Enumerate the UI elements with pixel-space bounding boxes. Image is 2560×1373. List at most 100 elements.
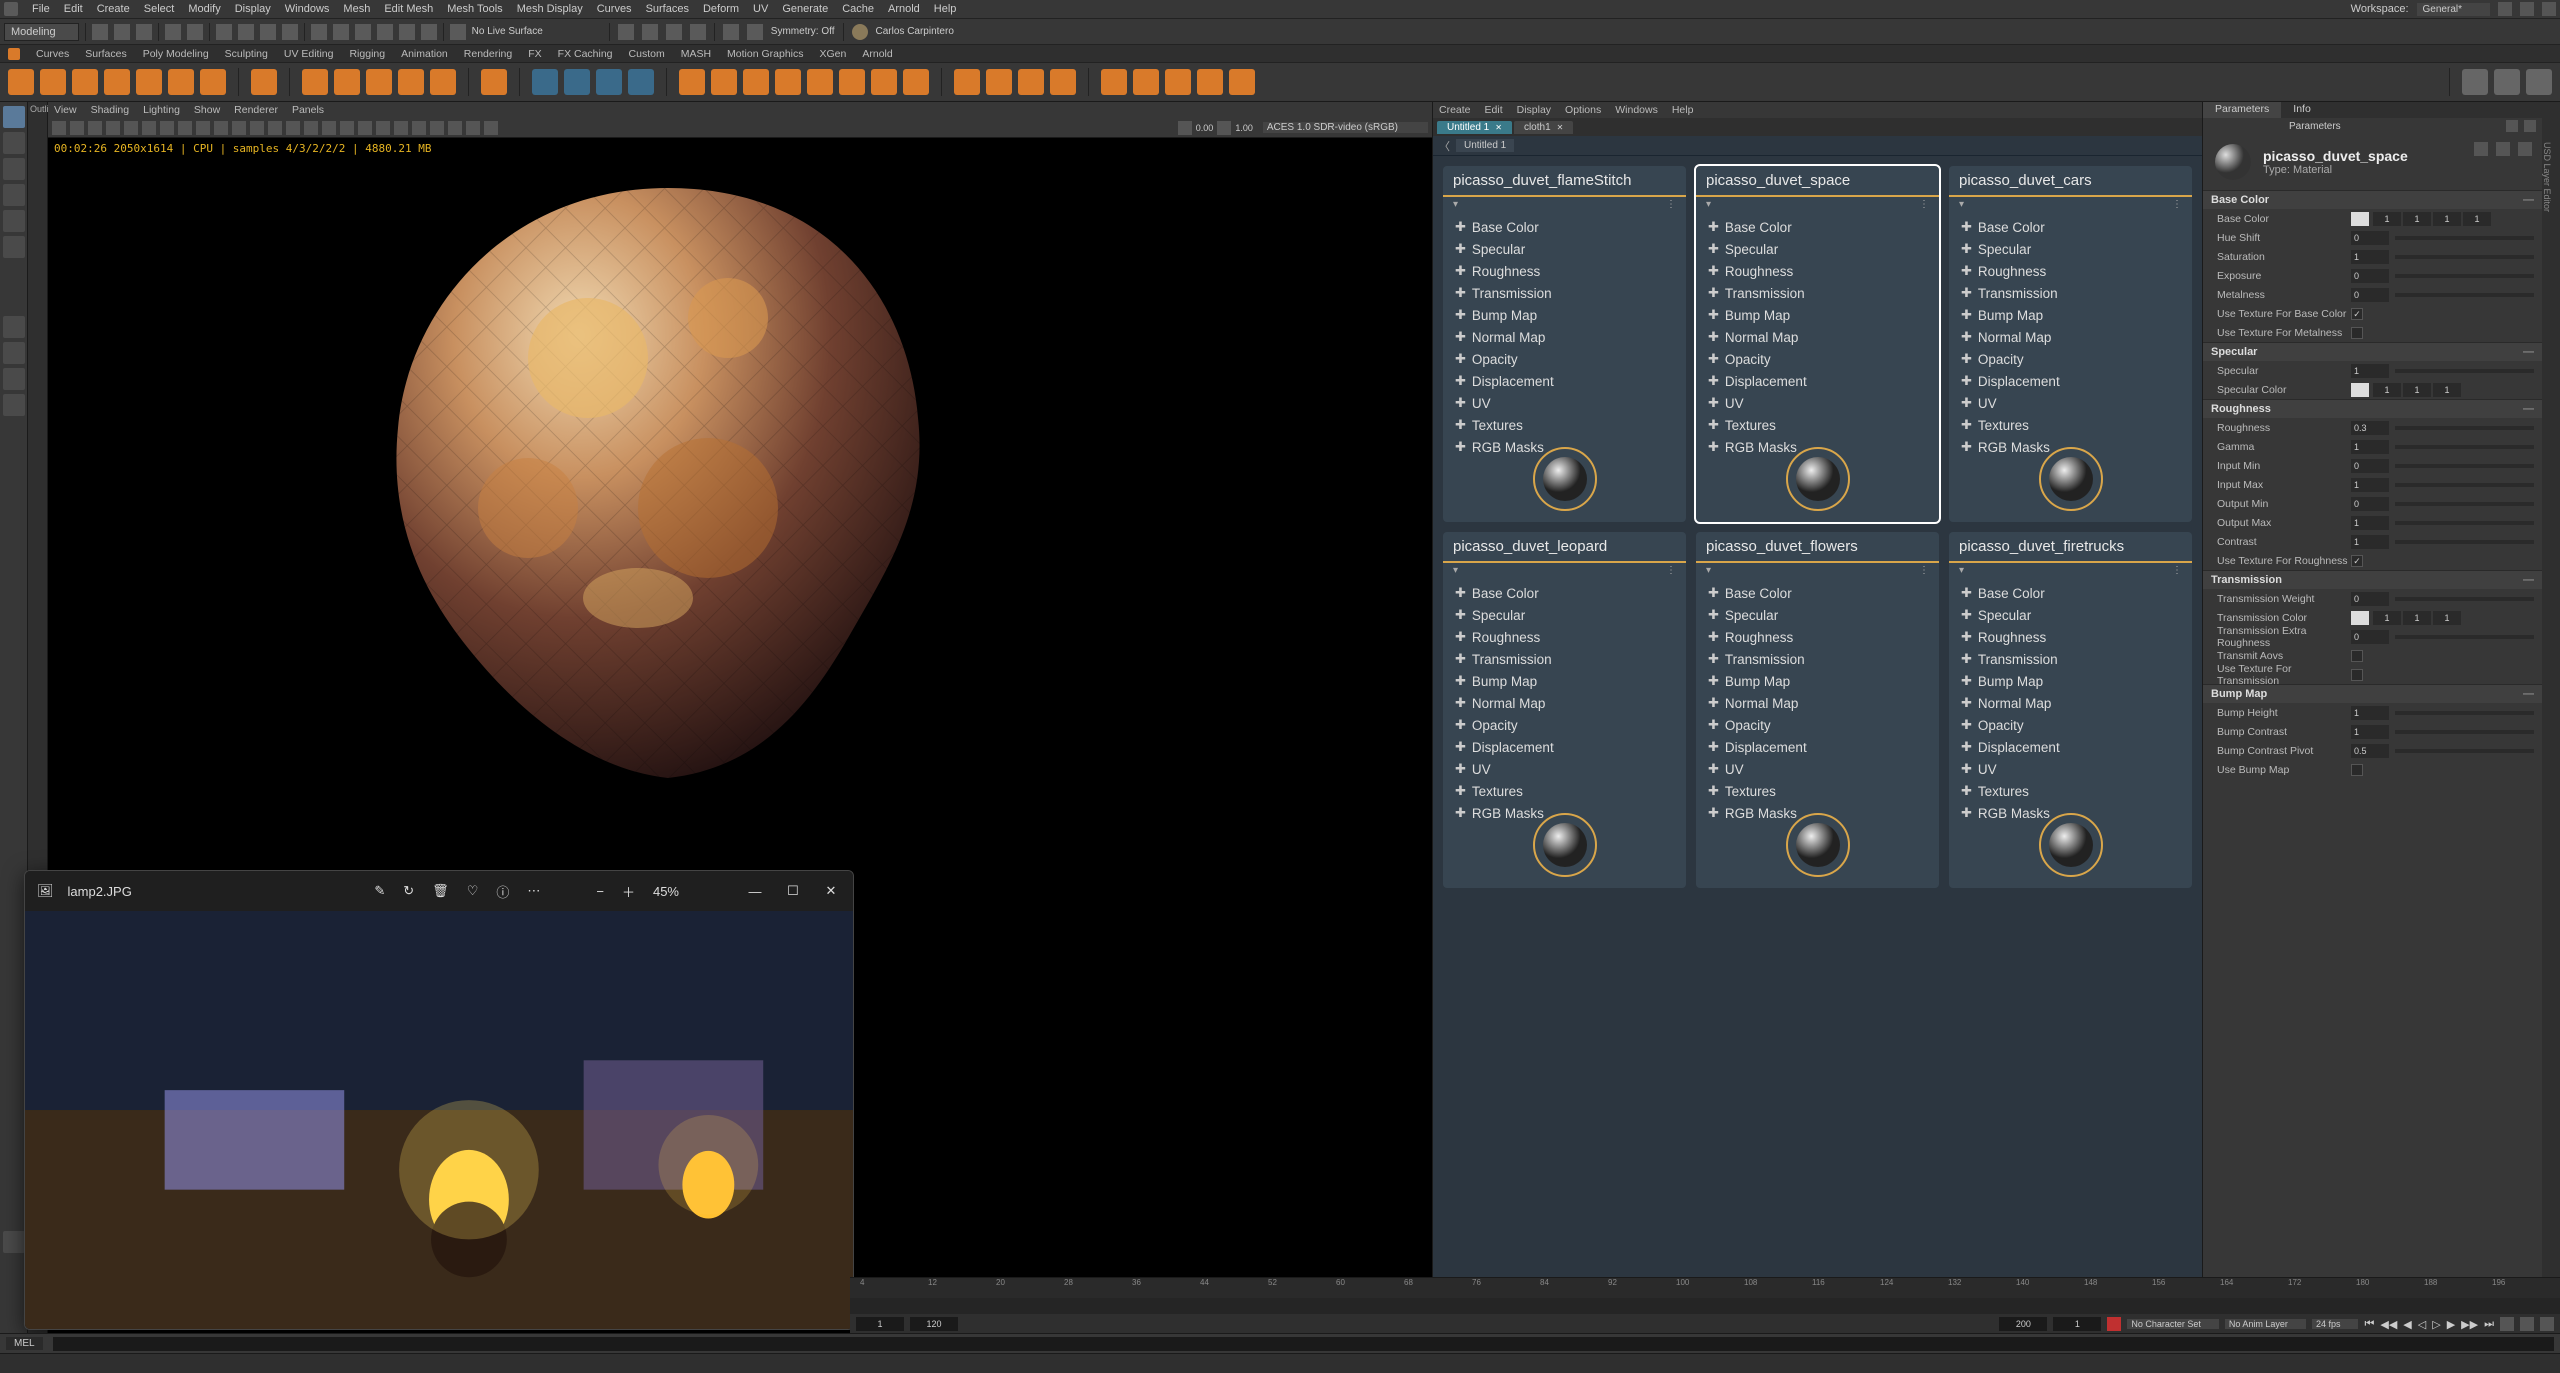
timeline-ruler[interactable]: 4122028364452606876849210010811612413214…	[850, 1278, 2560, 1298]
param-checkbox[interactable]	[2351, 764, 2363, 776]
material-channel-row[interactable]: ✚Textures	[1443, 780, 1686, 802]
menu-display[interactable]: Display	[235, 3, 271, 15]
smooth-icon[interactable]	[1101, 69, 1127, 95]
material-channel-row[interactable]: ✚Bump Map	[1949, 304, 2192, 326]
sel-edge-icon[interactable]	[238, 24, 254, 40]
params-popout-icon[interactable]	[2524, 120, 2536, 132]
param-value[interactable]: 0	[2351, 269, 2389, 283]
kebab-icon[interactable]: ⋮	[2172, 565, 2182, 576]
vp-isolate-icon[interactable]	[430, 121, 444, 135]
vp-use-lights-icon[interactable]	[322, 121, 336, 135]
material-card[interactable]: picasso_duvet_flowers ▾⋮ ✚Base Color✚Spe…	[1696, 532, 1939, 888]
vp-gamma-icon[interactable]	[1217, 121, 1231, 135]
vp-2d-pan-icon[interactable]	[124, 121, 138, 135]
vp-exposure-value[interactable]: 0.00	[1196, 123, 1214, 133]
material-channel-row[interactable]: ✚Transmission	[1696, 648, 1939, 670]
menu-generate[interactable]: Generate	[782, 3, 828, 15]
poly-torus-icon[interactable]	[136, 69, 162, 95]
vp-xray-icon[interactable]	[448, 121, 462, 135]
save-scene-icon[interactable]	[136, 24, 152, 40]
menu-curves[interactable]: Curves	[597, 3, 632, 15]
material-channel-row[interactable]: ✚Normal Map	[1696, 692, 1939, 714]
insert-edge-icon[interactable]	[986, 69, 1012, 95]
color-swatch[interactable]	[2351, 212, 2369, 226]
material-card-header[interactable]: picasso_duvet_space	[1696, 166, 1939, 197]
shelf-tab-motiongraphics[interactable]: Motion Graphics	[727, 48, 803, 60]
param-slider[interactable]	[2395, 274, 2534, 278]
param-value[interactable]: 1	[2373, 212, 2401, 226]
play-forward-icon[interactable]: ▷	[2432, 1318, 2440, 1331]
menu-file[interactable]: File	[32, 3, 50, 15]
param-value[interactable]: 1	[2373, 383, 2401, 397]
snap-center-icon[interactable]	[377, 24, 393, 40]
close-icon[interactable]: ✕	[1495, 123, 1502, 132]
material-card[interactable]: picasso_duvet_flameStitch ▾⋮ ✚Base Color…	[1443, 166, 1686, 522]
param-value[interactable]: 1	[2351, 535, 2389, 549]
material-channel-row[interactable]: ✚Displacement	[1949, 370, 2192, 392]
section-header[interactable]: Roughness—	[2203, 400, 2542, 418]
material-channel-row[interactable]: ✚Normal Map	[1443, 326, 1686, 348]
lasso-tool-icon[interactable]	[3, 132, 25, 154]
shelf-tab-surfaces[interactable]: Surfaces	[85, 48, 126, 60]
back-icon[interactable]: 〈	[1439, 138, 1450, 154]
material-channel-row[interactable]: ✚Base Color	[1443, 216, 1686, 238]
audio-icon[interactable]	[2520, 1317, 2534, 1331]
param-checkbox[interactable]	[2351, 555, 2363, 567]
shelf-tab-fxcaching[interactable]: FX Caching	[558, 48, 613, 60]
kebab-icon[interactable]: ⋮	[1666, 565, 1676, 576]
menu-edit-mesh[interactable]: Edit Mesh	[384, 3, 433, 15]
snap-view-icon[interactable]	[399, 24, 415, 40]
param-value[interactable]: 1	[2433, 611, 2461, 625]
material-channel-row[interactable]: ✚Specular	[1949, 604, 2192, 626]
material-card-header[interactable]: picasso_duvet_flameStitch	[1443, 166, 1686, 197]
menu-deform[interactable]: Deform	[703, 3, 739, 15]
snap-grid-icon[interactable]	[311, 24, 327, 40]
circularize-icon[interactable]	[2526, 69, 2552, 95]
workspace-dropdown[interactable]: General*	[2417, 3, 2490, 16]
material-channel-row[interactable]: ✚Opacity	[1696, 714, 1939, 736]
poly-plane-icon[interactable]	[168, 69, 194, 95]
vp-aa-icon[interactable]	[376, 121, 390, 135]
vp-film-gate-icon[interactable]	[160, 121, 174, 135]
param-slider[interactable]	[2395, 483, 2534, 487]
param-value[interactable]: 1	[2351, 250, 2389, 264]
ld-tab-untitled[interactable]: Untitled 1✕	[1437, 121, 1512, 134]
param-slider[interactable]	[2395, 502, 2534, 506]
material-channel-row[interactable]: ✚Textures	[1443, 414, 1686, 436]
delete-icon[interactable]: 🗑	[432, 883, 449, 899]
material-channel-row[interactable]: ✚Base Color	[1949, 582, 2192, 604]
param-value[interactable]: 1	[2433, 212, 2461, 226]
step-forward-key-icon[interactable]: ▶▶	[2461, 1318, 2478, 1331]
image-viewer-titlebar[interactable]: 🖼 lamp2.JPG ✎ ↻ 🗑 ♡ ⓘ ⋯ − ＋ 45% — ☐ ✕	[25, 871, 853, 911]
target-weld-icon[interactable]	[903, 69, 929, 95]
fps-dropdown[interactable]: 24 fps	[2312, 1319, 2359, 1329]
shelf-tab-uvediting[interactable]: UV Editing	[284, 48, 334, 60]
helix-icon[interactable]	[334, 69, 360, 95]
material-channel-row[interactable]: ✚UV	[1443, 758, 1686, 780]
param-value[interactable]: 1	[2351, 725, 2389, 739]
material-channel-row[interactable]: ✚Roughness	[1443, 626, 1686, 648]
command-input[interactable]	[53, 1337, 2554, 1351]
material-channel-row[interactable]: ✚Textures	[1949, 780, 2192, 802]
menuset-dropdown[interactable]: Modeling	[4, 23, 79, 41]
connect-icon[interactable]	[1018, 69, 1044, 95]
shelf-tab-custom[interactable]: Custom	[629, 48, 665, 60]
triangulate-icon[interactable]	[1165, 69, 1191, 95]
shelf-tab-sculpting[interactable]: Sculpting	[225, 48, 268, 60]
menu-modify[interactable]: Modify	[188, 3, 220, 15]
mirror-icon[interactable]	[2494, 69, 2520, 95]
vp-bookmark-icon[interactable]	[88, 121, 102, 135]
param-slider[interactable]	[2395, 426, 2534, 430]
poly-cube-icon[interactable]	[40, 69, 66, 95]
collapse-icon[interactable]	[839, 69, 865, 95]
script-lang-dropdown[interactable]: MEL	[6, 1337, 43, 1350]
history-icon[interactable]	[618, 24, 634, 40]
user-avatar-icon[interactable]	[852, 24, 868, 40]
layout-three-icon[interactable]	[3, 394, 25, 416]
shelf-tab-animation[interactable]: Animation	[401, 48, 448, 60]
ld-menu-options[interactable]: Options	[1565, 104, 1601, 116]
param-value[interactable]: 0	[2351, 630, 2389, 644]
go-to-start-icon[interactable]: ⏮	[2364, 1318, 2374, 1331]
separate-icon[interactable]	[564, 69, 590, 95]
collapse-icon[interactable]: —	[2523, 194, 2534, 206]
